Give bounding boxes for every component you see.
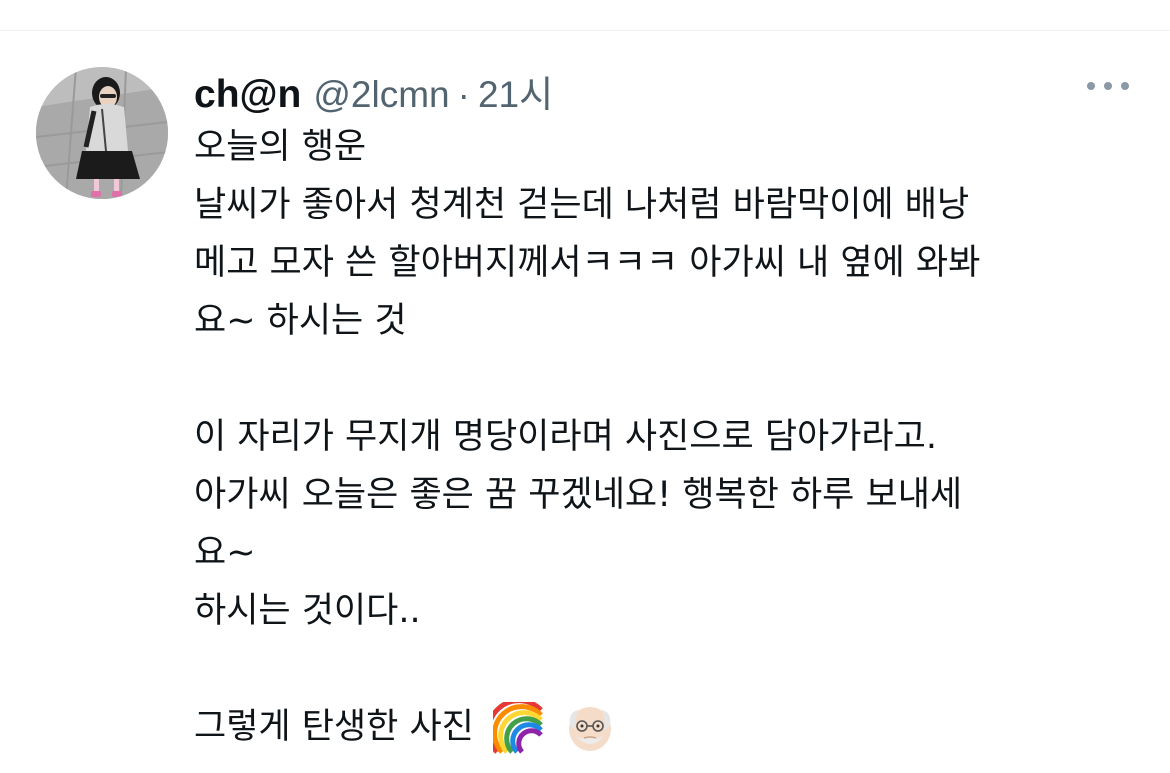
user-handle[interactable]: @2lcmn [313,74,449,116]
tweet-line: 그렇게 탄생한 사진 [194,707,474,747]
avatar[interactable] [36,67,168,199]
old-man-emoji [569,707,612,751]
separator-dot: · [457,74,470,115]
more-options-button[interactable] [1080,70,1136,102]
display-name[interactable]: ch@n [194,73,301,117]
tweet-line: 메고 모자 쓴 할아버지께서ㅋㅋㅋ 아가씨 내 옆에 와봐 [194,243,981,283]
tweet-last-line: 그렇게 탄생한 사진 [194,698,1144,756]
rainbow-emoji [493,702,543,754]
tweet-line: 하시는 것이다.. [194,591,421,631]
tweet-line: 날씨가 좋아서 청계천 걷는데 나처럼 바람막이에 배낭 [194,185,970,225]
timestamp[interactable]: 21시 [478,64,553,118]
tweet-header: ch@n @2lcmn · 21시 [194,64,553,116]
tweet-line: 오늘의 행운 [194,127,367,167]
tweet-line: 요~ 하시는 것 [194,301,407,341]
tweet-text: 오늘의 행운 날씨가 좋아서 청계천 걷는데 나처럼 바람막이에 배낭 메고 모… [194,118,1144,756]
tweet-line: 요~ [194,533,256,573]
more-horizontal-icon [1087,82,1129,90]
tweet-line: 이 자리가 무지개 명당이라며 사진으로 담아가라고. [194,417,937,457]
top-divider [0,30,1170,31]
tweet-line: 아가씨 오늘은 좋은 꿈 꾸겠네요! 행복한 하루 보내세 [194,475,963,515]
avatar-photo [36,67,168,199]
